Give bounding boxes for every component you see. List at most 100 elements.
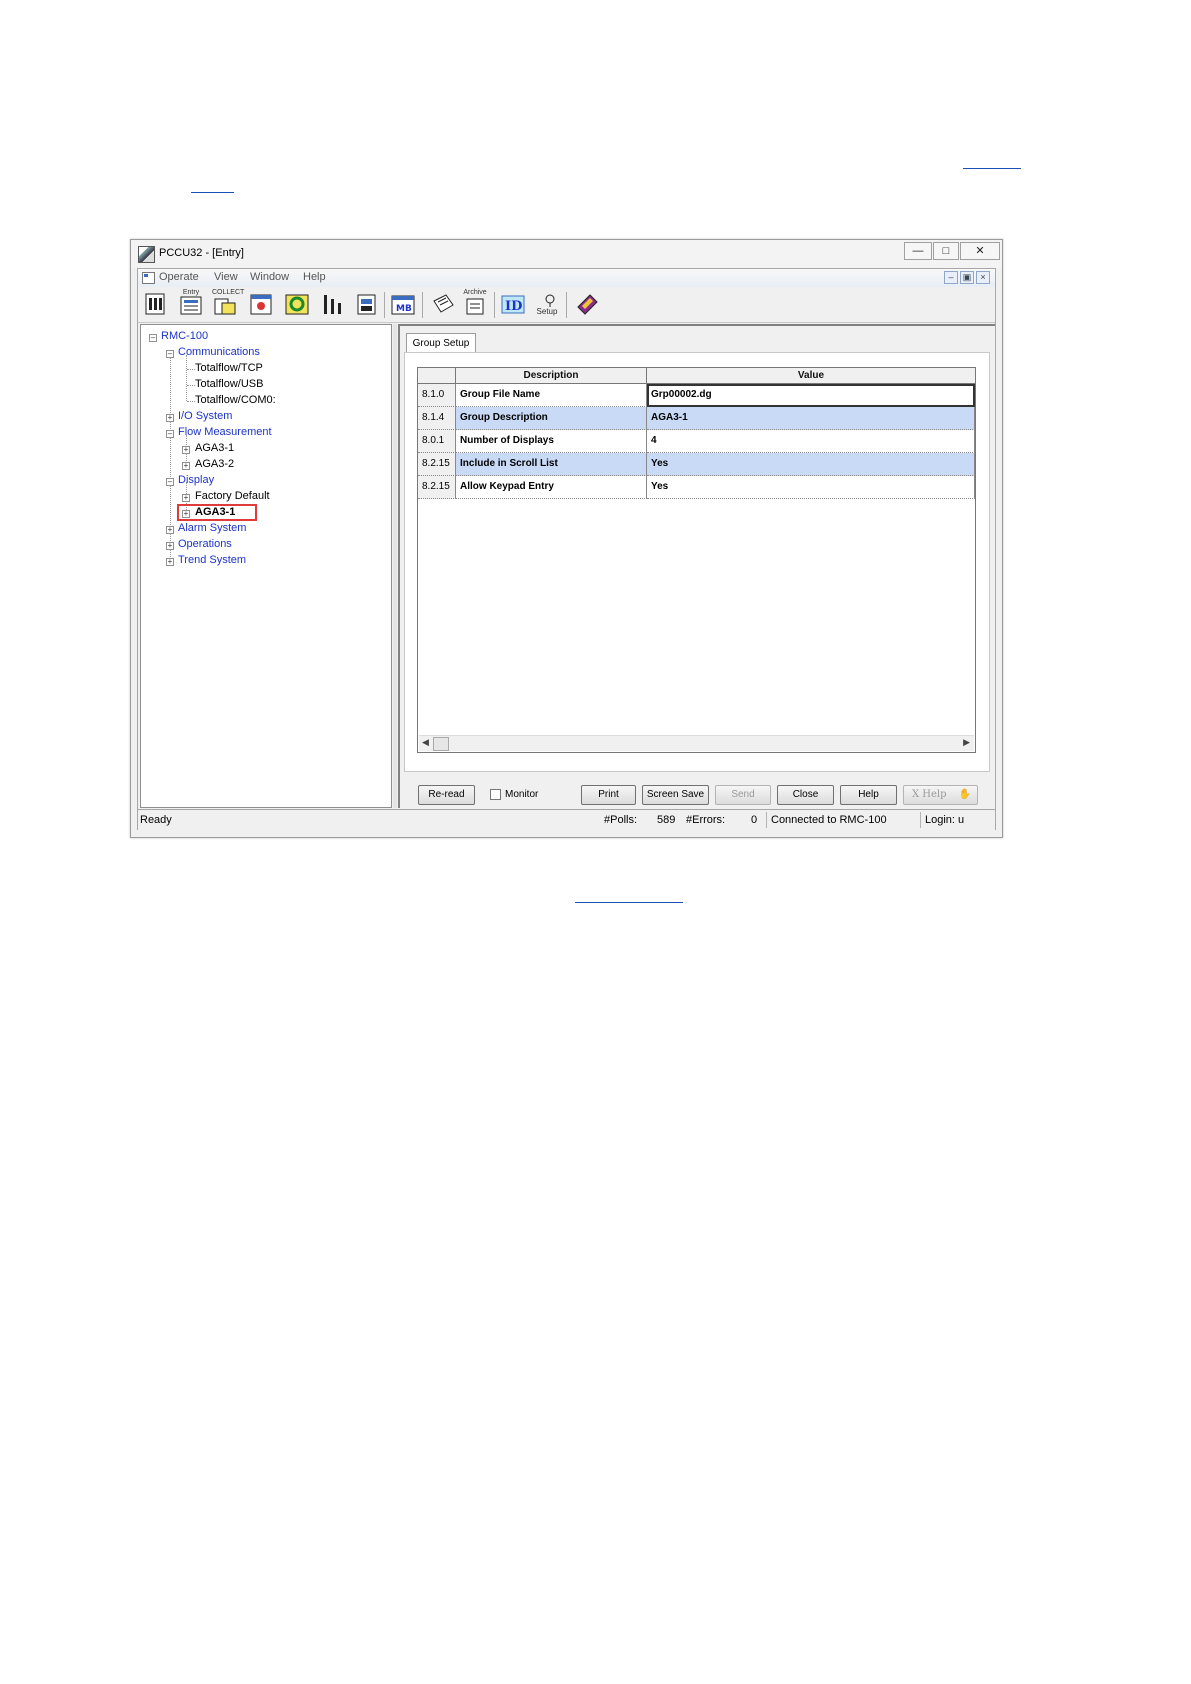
- send-button[interactable]: Send: [715, 785, 771, 805]
- collapse-toggle[interactable]: –: [166, 430, 174, 438]
- close-window-button[interactable]: ✕: [960, 242, 1000, 260]
- id-manager-icon[interactable]: ID: [500, 291, 526, 317]
- child-restore-button[interactable]: ▣: [960, 271, 974, 284]
- tree-node-factory-default[interactable]: Factory Default: [195, 490, 270, 502]
- row-id-cell[interactable]: 8.0.1: [418, 430, 456, 453]
- child-minimize-button[interactable]: –: [944, 271, 958, 284]
- tree-node-operations[interactable]: Operations: [178, 538, 232, 550]
- row-description-cell[interactable]: Include in Scroll List: [456, 453, 647, 476]
- sync-icon[interactable]: [284, 291, 310, 317]
- report-icon[interactable]: [248, 291, 274, 317]
- expand-toggle[interactable]: +: [166, 542, 174, 550]
- tree-guide-line: [187, 369, 195, 370]
- app-window: PCCU32 - [Entry] — □ ✕ Operate View Wind…: [130, 239, 1003, 838]
- column-header-description[interactable]: Description: [456, 368, 647, 384]
- window-title: PCCU32 - [Entry]: [159, 247, 244, 259]
- menu-window[interactable]: Window: [250, 271, 289, 283]
- tree-node-flow-measurement[interactable]: Flow Measurement: [178, 426, 272, 438]
- collapse-toggle[interactable]: –: [149, 334, 157, 342]
- calibrate-icon[interactable]: [320, 291, 346, 317]
- row-id-cell[interactable]: 8.2.15: [418, 453, 456, 476]
- expand-toggle[interactable]: +: [166, 558, 174, 566]
- row-value-cell[interactable]: AGA3-1: [647, 407, 975, 430]
- doc-link-underline: [963, 168, 1021, 169]
- tree-guide-line: [186, 355, 187, 401]
- loader-icon[interactable]: [352, 291, 378, 317]
- expand-toggle[interactable]: +: [166, 414, 174, 422]
- row-value-cell[interactable]: Yes: [647, 476, 975, 499]
- expand-toggle[interactable]: +: [166, 526, 174, 534]
- table-row[interactable]: 8.1.0 Group File Name Grp00002.dg: [418, 384, 975, 407]
- tree-node-rmc-100[interactable]: RMC-100: [161, 330, 208, 342]
- collapse-toggle[interactable]: –: [166, 478, 174, 486]
- status-separator: [920, 812, 921, 828]
- tree-node-communications[interactable]: Communications: [178, 346, 260, 358]
- mdi-frame: Operate View Window Help – ▣ × Entry COL…: [137, 268, 996, 830]
- collapse-toggle[interactable]: –: [166, 350, 174, 358]
- table-row[interactable]: 8.2.15 Allow Keypad Entry Yes: [418, 476, 975, 499]
- scroll-left-icon[interactable]: ◀: [422, 737, 429, 748]
- tree-node-trend-system[interactable]: Trend System: [178, 554, 246, 566]
- menu-help[interactable]: Help: [303, 271, 326, 283]
- tree-node-totalflow-tcp[interactable]: Totalflow/TCP: [195, 362, 263, 374]
- archive-icon[interactable]: Archive: [462, 289, 488, 317]
- tree-node-totalflow-usb[interactable]: Totalflow/USB: [195, 378, 263, 390]
- setup-icon[interactable]: Setup: [534, 291, 560, 317]
- minimize-button[interactable]: —: [904, 242, 932, 260]
- print-button[interactable]: Print: [581, 785, 636, 805]
- tree-node-aga3-1-flow[interactable]: AGA3-1: [195, 442, 234, 454]
- row-id-cell[interactable]: 8.2.15: [418, 476, 456, 499]
- title-bar: PCCU32 - [Entry] — □ ✕: [131, 240, 1002, 268]
- column-header-id: [418, 368, 456, 384]
- row-description-cell[interactable]: Number of Displays: [456, 430, 647, 453]
- notes-icon[interactable]: [430, 291, 456, 317]
- tree-guide-line: [187, 401, 195, 402]
- row-id-cell[interactable]: 8.1.4: [418, 407, 456, 430]
- xhelp-button[interactable]: X Help ✋: [903, 785, 978, 805]
- column-header-value[interactable]: Value: [647, 368, 975, 384]
- maximize-button[interactable]: □: [933, 242, 959, 260]
- data-grid[interactable]: Description Value 8.1.0 Group File Name Gr…: [417, 367, 976, 753]
- row-description-cell[interactable]: Allow Keypad Entry: [456, 476, 647, 499]
- reread-button[interactable]: Re-read: [418, 785, 475, 805]
- expand-toggle[interactable]: +: [182, 494, 190, 502]
- row-description-cell[interactable]: Group Description: [456, 407, 647, 430]
- scrollbar-thumb[interactable]: [433, 737, 449, 751]
- expand-toggle[interactable]: +: [182, 446, 190, 454]
- row-id-cell[interactable]: 8.1.0: [418, 384, 456, 407]
- modbus-icon[interactable]: MB: [390, 291, 416, 317]
- table-row[interactable]: 8.2.15 Include in Scroll List Yes: [418, 453, 975, 476]
- tree-node-aga3-2-flow[interactable]: AGA3-2: [195, 458, 234, 470]
- help-button[interactable]: Help: [840, 785, 897, 805]
- toolbar: Entry COLLECT MB Archive ID Setup: [138, 288, 995, 323]
- navigation-tree[interactable]: – RMC-100 – Communications Totalflow/TCP…: [140, 324, 392, 808]
- row-value-cell[interactable]: Grp00002.dg: [647, 384, 975, 407]
- table-row[interactable]: 8.0.1 Number of Displays 4: [418, 430, 975, 453]
- monitor-label[interactable]: Monitor: [505, 789, 538, 800]
- tree-node-display[interactable]: Display: [178, 474, 214, 486]
- close-button[interactable]: Close: [777, 785, 834, 805]
- row-description-cell[interactable]: Group File Name: [456, 384, 647, 407]
- expand-toggle[interactable]: +: [182, 462, 190, 470]
- table-row[interactable]: 8.1.4 Group Description AGA3-1: [418, 407, 975, 430]
- menu-view[interactable]: View: [214, 271, 238, 283]
- tree-node-totalflow-com0[interactable]: Totalflow/COM0:: [195, 394, 276, 406]
- pane-splitter[interactable]: [393, 324, 397, 808]
- menu-operate[interactable]: Operate: [159, 271, 199, 283]
- help-book-icon[interactable]: [574, 291, 600, 317]
- entry-icon[interactable]: Entry: [178, 289, 204, 317]
- screen-save-button[interactable]: Screen Save: [642, 785, 709, 805]
- monitor-checkbox[interactable]: [490, 789, 501, 800]
- tree-node-io-system[interactable]: I/O System: [178, 410, 232, 422]
- document-icon[interactable]: [142, 272, 155, 284]
- tab-group-setup[interactable]: Group Setup: [406, 333, 476, 353]
- scroll-right-icon[interactable]: ▶: [963, 737, 970, 748]
- terminal-icon[interactable]: [142, 291, 168, 317]
- horizontal-scrollbar[interactable]: ◀ ▶: [419, 735, 974, 751]
- row-value-cell[interactable]: Yes: [647, 453, 975, 476]
- row-value-cell[interactable]: 4: [647, 430, 975, 453]
- tree-node-alarm-system[interactable]: Alarm System: [178, 522, 246, 534]
- collect-icon[interactable]: COLLECT: [212, 289, 244, 317]
- menu-bar: Operate View Window Help – ▣ ×: [138, 269, 995, 287]
- child-close-button[interactable]: ×: [976, 271, 990, 284]
